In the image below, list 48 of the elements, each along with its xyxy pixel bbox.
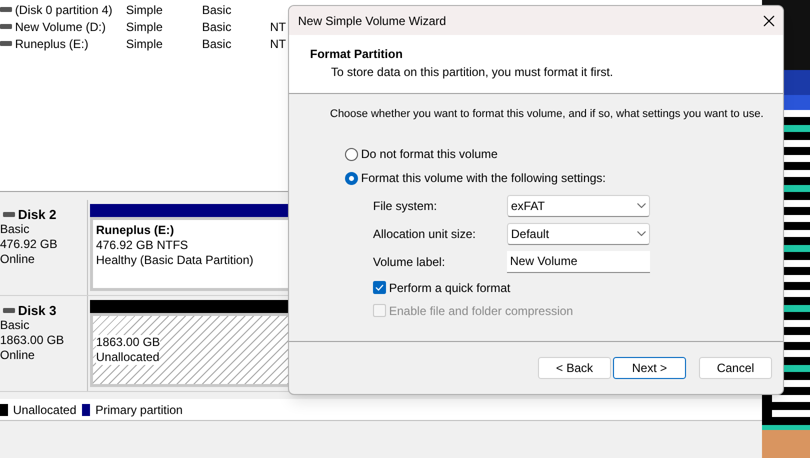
radio-option[interactable]: Do not format this volume bbox=[345, 146, 783, 162]
radio-button[interactable] bbox=[345, 148, 358, 160]
checkbox[interactable] bbox=[373, 281, 386, 294]
window-title: New Simple Volume Wizard bbox=[298, 12, 446, 30]
page-subheading: To store data on this partition, you must format it first. bbox=[330, 64, 614, 81]
wizard-button[interactable]: Next > bbox=[613, 357, 686, 379]
close-icon[interactable] bbox=[763, 14, 775, 26]
type-cell-text: Basic bbox=[202, 18, 232, 36]
instruction-text: Choose whether you want to format this volume, and if so, what settings you want to use. bbox=[330, 107, 765, 122]
volume-name: (Disk 0 partition 4) bbox=[15, 2, 112, 18]
partition-size: 1863.00 GB bbox=[96, 335, 160, 350]
wizard-button[interactable]: < Back bbox=[538, 357, 611, 379]
volume-name: New Volume (D:) bbox=[15, 18, 106, 36]
chevron-down-icon bbox=[637, 231, 646, 236]
radio-button[interactable] bbox=[345, 172, 358, 184]
layout-cell-text: Simple bbox=[126, 18, 164, 36]
type-cell-text: Basic bbox=[202, 2, 232, 18]
type-cell-text: Basic bbox=[202, 36, 232, 52]
checkbox-option[interactable]: Perform a quick format bbox=[373, 280, 783, 296]
dropdown-field[interactable]: exFAT bbox=[507, 194, 650, 216]
field-label: Volume label: bbox=[373, 254, 446, 270]
radio-option[interactable]: Format this volume with the following settings: bbox=[345, 170, 783, 186]
wizard-button[interactable]: Cancel bbox=[699, 357, 772, 379]
disk-size: 1863.00 GB bbox=[0, 333, 66, 348]
layout-cell-text: Simple bbox=[126, 36, 164, 52]
disk-status: Online bbox=[0, 348, 36, 363]
field-label: File system: bbox=[373, 198, 438, 214]
disk-name: Disk 2 bbox=[18, 207, 56, 222]
chevron-down-icon bbox=[637, 203, 646, 208]
partition-status: Unallocated bbox=[96, 350, 160, 365]
field-label: Allocation unit size: bbox=[373, 226, 477, 242]
disk-name: Disk 3 bbox=[18, 303, 56, 318]
disk-type: Basic bbox=[0, 318, 30, 333]
legend-label: Unallocated bbox=[13, 402, 76, 418]
volume-name: Runeplus (E:) bbox=[15, 36, 88, 52]
disk-status: Online bbox=[0, 252, 36, 267]
volume-label-field[interactable]: New Volume bbox=[507, 250, 650, 272]
legend-label: Primary partition bbox=[95, 402, 183, 418]
disk-type: Basic bbox=[0, 222, 30, 237]
partition-name: Runeplus (E:) bbox=[96, 223, 174, 238]
disk-size: 476.92 GB bbox=[0, 237, 58, 252]
partition-status: Healthy (Basic Data Partition) bbox=[96, 253, 254, 268]
layout-cell-text: Simple bbox=[126, 2, 164, 18]
file-system-cell-text: NT bbox=[270, 18, 286, 36]
dropdown-field[interactable]: Default bbox=[507, 222, 650, 244]
file-system-cell-text: NT bbox=[270, 36, 286, 52]
check-icon bbox=[375, 284, 384, 291]
page-heading: Format Partition bbox=[310, 46, 404, 63]
